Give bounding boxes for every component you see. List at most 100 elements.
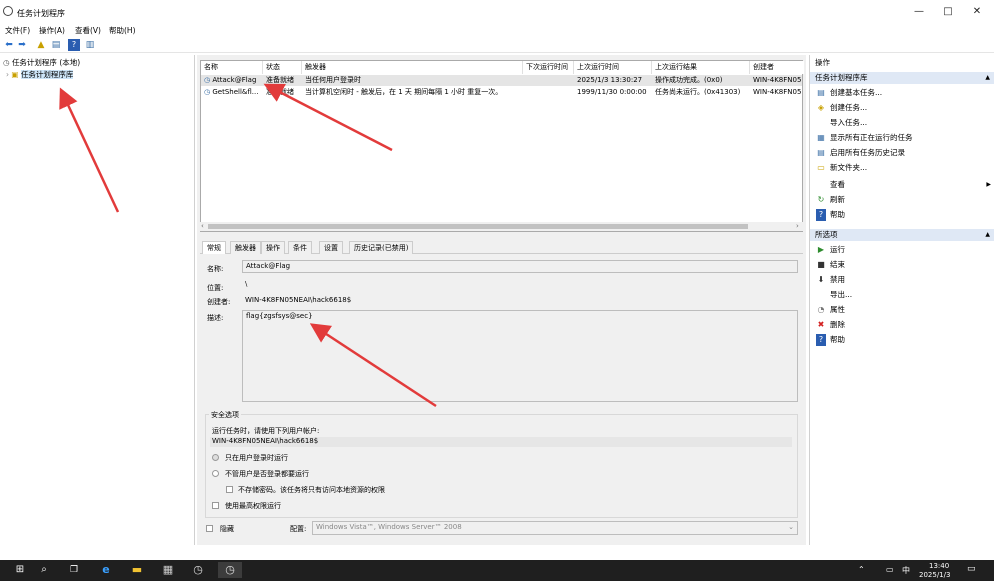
tab-general[interactable]: 常规 [202,241,226,254]
clock-icon: ◷ [3,58,10,67]
title-bar: 任务计划程序 — □ ✕ [0,0,994,24]
config-select[interactable]: Windows Vista™, Windows Server™ 2008 ⌄ [312,521,798,535]
collapse-icon[interactable]: ▲ [985,229,990,241]
file-explorer-icon[interactable]: ▬ [129,562,145,578]
actions-header: 操作 [815,58,830,67]
section-task-library[interactable]: 任务计划程序库 ▲ [810,72,994,84]
task-list: 名称 状态 触发器 下次运行时间 上次运行时间 上次运行结果 创建者 ◷ Att… [200,60,804,232]
task-scheduler-icon [3,6,13,16]
task-scheduler-taskbar-icon[interactable]: ◷ [190,562,206,578]
create-task-icon: ◈ [817,103,825,112]
action-create-basic-task[interactable]: ▤ 创建基本任务... [816,87,882,99]
forward-icon[interactable]: ➡ [16,39,28,51]
action-import-task[interactable]: 导入任务... [816,117,867,129]
description-field[interactable]: flag{zgsfsys@sec} [242,310,798,402]
col-last-result[interactable]: 上次运行结果 [652,61,750,74]
scroll-left-icon[interactable]: ‹ [201,222,204,230]
checkbox-no-password[interactable] [226,486,233,493]
delete-icon: ✖ [817,320,825,329]
radio-regardless[interactable] [212,470,219,477]
action-help-selected[interactable]: ? 帮助 [816,334,845,346]
scroll-right-icon[interactable]: › [796,222,799,230]
create-basic-task-icon: ▤ [817,88,825,97]
menu-action[interactable]: 操作(A) [39,25,65,36]
tab-history[interactable]: 历史记录(已禁用) [349,241,414,254]
collapse-icon[interactable]: ▲ [985,72,990,84]
windows-start-icon[interactable]: ⊞ [12,562,28,578]
checkbox-hidden[interactable] [206,525,213,532]
menu-bar: 文件(F) 操作(A) 查看(V) 帮助(H) [0,24,994,36]
run-as-user: WIN-4K8FN05NEAI\hack6618$ [210,437,792,447]
tab-conditions[interactable]: 条件 [288,241,312,254]
action-new-folder[interactable]: ▭ 新文件夹... [816,162,867,174]
help-icon: ? [816,209,826,221]
network-icon[interactable]: ▭ [886,565,894,574]
action-show-running[interactable]: ▦ 显示所有正在运行的任务 [816,132,912,144]
menu-file[interactable]: 文件(F) [5,25,30,36]
tree-item-library[interactable]: › ▣ 任务计划程序库 [6,69,74,81]
scrollbar-thumb[interactable] [208,224,748,229]
refresh-icon: ↻ [817,195,825,204]
show-hide-actions-icon[interactable]: ▥ [84,39,96,51]
minimize-button[interactable]: — [907,5,931,19]
menu-help[interactable]: 帮助(H) [109,25,136,36]
table-row[interactable]: ◷ GetShell&fl... 准备就绪 当计算机空闲时 - 触发后，在 1 … [201,87,802,98]
ime-indicator[interactable]: 中 [902,565,910,576]
hidden-label: 隐藏 [220,525,234,533]
action-enable-history[interactable]: ▤ 启用所有任务历史记录 [816,147,905,159]
name-field[interactable]: Attack@Flag [242,260,798,273]
maximize-button[interactable]: □ [936,5,960,19]
author-label: 创建者: [207,298,231,306]
tab-triggers[interactable]: 触发器 [230,241,261,254]
action-view[interactable]: 查看 ▶ [816,179,991,191]
horizontal-scrollbar[interactable]: ‹ › [200,222,803,231]
actions-pane: 操作 任务计划程序库 ▲ ▤ 创建基本任务... ◈ 创建任务... 导入任务...… [809,55,994,545]
clock-time[interactable]: 13:40 [929,562,949,570]
notification-icon[interactable]: ▭ [967,564,976,574]
server-manager-icon[interactable]: ▦ [160,562,176,578]
menu-view[interactable]: 查看(V) [75,25,101,36]
show-hide-tree-icon[interactable]: ▤ [50,39,62,51]
action-refresh[interactable]: ↻ 刷新 [816,194,845,206]
table-row[interactable]: ◷ Attack@Flag 准备就绪 当任何用户登录时 2025/1/3 13:… [201,75,802,86]
location-value: \ [245,280,248,288]
ie-browser-icon[interactable]: e [98,562,114,578]
close-button[interactable]: ✕ [965,5,989,19]
task-icon: ◷ [204,76,211,84]
disable-icon: ⬇ [817,275,825,284]
tree-item-root[interactable]: ◷ 任务计划程序 (本地) [3,57,80,69]
chevron-down-icon[interactable]: ⌄ [788,523,794,531]
help-icon[interactable]: ? [68,39,80,51]
col-trigger[interactable]: 触发器 [302,61,523,74]
stop-icon: ■ [817,260,825,269]
radio-logged-on[interactable] [212,454,219,461]
back-icon[interactable]: ⬅ [3,39,15,51]
checkbox-highest-privileges[interactable] [212,502,219,509]
col-status[interactable]: 状态 [263,61,302,74]
clock-date[interactable]: 2025/1/3 [919,571,950,579]
task-view-icon[interactable]: ❐ [66,562,82,578]
action-create-task[interactable]: ◈ 创建任务... [816,102,867,114]
col-author[interactable]: 创建者 [750,61,804,74]
action-properties[interactable]: ◔ 属性 [816,304,846,316]
up-folder-icon[interactable]: ▲ [35,39,47,51]
tab-actions[interactable]: 操作 [261,241,285,254]
task-scheduler-active-icon[interactable]: ◷ [218,562,242,578]
window-title: 任务计划程序 [17,9,65,18]
action-end[interactable]: ■ 结束 [816,259,845,271]
taskbar: ⊞ ⌕ ❐ e ▬ ▦ ◷ ◷ ⌃ ▭ 中 13:40 2025/1/3 ▭ [0,560,994,581]
col-last-run[interactable]: 上次运行时间 [574,61,652,74]
task-icon: ◷ [204,88,211,96]
col-name[interactable]: 名称 [201,61,263,74]
action-export[interactable]: 导出... [816,289,852,301]
tray-chevron-icon[interactable]: ⌃ [858,565,865,574]
section-selected-item[interactable]: 所选项 ▲ [810,229,994,241]
action-delete[interactable]: ✖ 删除 [816,319,845,331]
search-icon[interactable]: ⌕ [36,562,52,578]
chevron-right-icon[interactable]: › [6,70,9,79]
action-run[interactable]: ▶ 运行 [816,244,845,256]
action-disable[interactable]: ⬇ 禁用 [816,274,845,286]
action-help[interactable]: ? 帮助 [816,209,845,221]
col-next-run[interactable]: 下次运行时间 [523,61,574,74]
tab-settings[interactable]: 设置 [319,241,343,254]
